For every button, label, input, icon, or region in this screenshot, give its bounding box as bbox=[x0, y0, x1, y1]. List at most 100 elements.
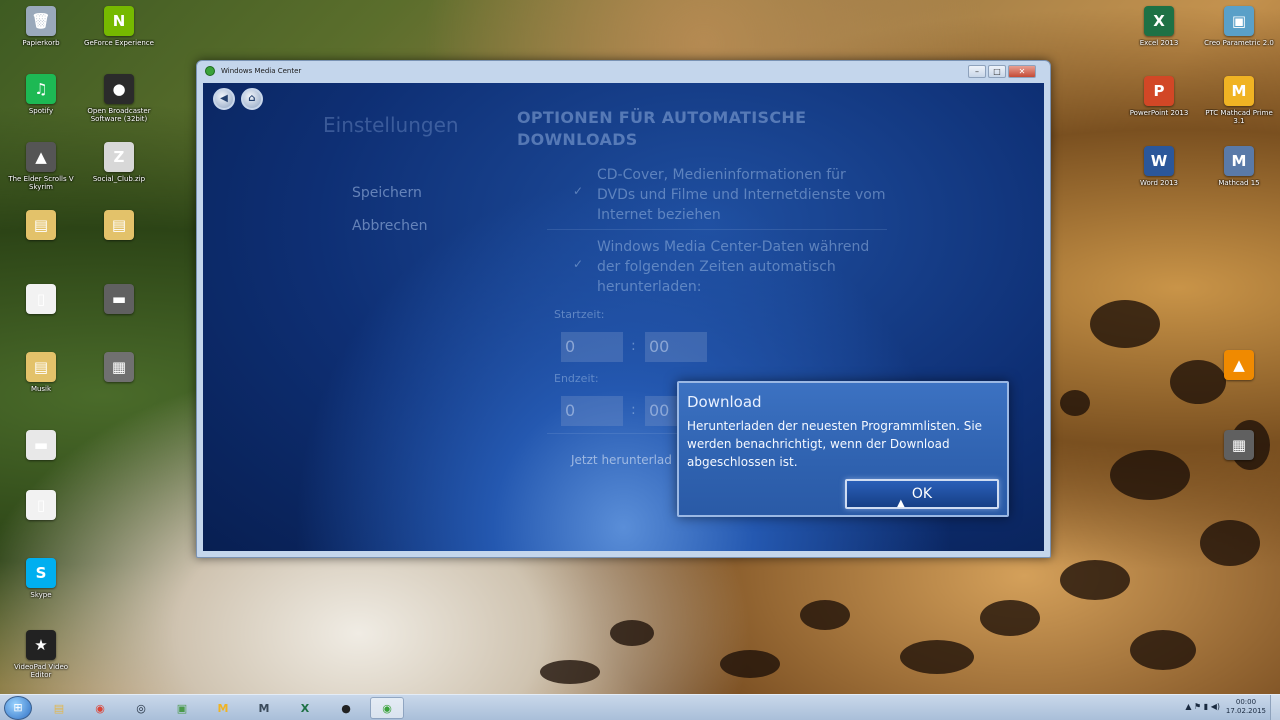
maximize-button[interactable]: □ bbox=[988, 65, 1006, 78]
desktop-icon-label: Papierkorb bbox=[22, 39, 60, 47]
taskbar-item-creo[interactable]: ▣ bbox=[165, 697, 199, 719]
desktop-icon-label: Excel 2013 bbox=[1139, 39, 1179, 47]
home-button[interactable]: ⌂ bbox=[241, 88, 263, 110]
taskbar-item-media-center[interactable]: ◉ bbox=[370, 697, 404, 719]
desktop-icon[interactable]: ♫ Spotify bbox=[4, 74, 78, 115]
window-title: Windows Media Center bbox=[221, 67, 302, 75]
desktop-icon[interactable]: 🗑 Papierkorb bbox=[4, 6, 78, 47]
taskbar-item-obs[interactable]: ● bbox=[329, 697, 363, 719]
desktop-icon[interactable]: S Skype bbox=[4, 558, 78, 599]
time-separator: : bbox=[631, 402, 636, 418]
app-icon: ▦ bbox=[104, 352, 134, 382]
app-icon: ▬ bbox=[26, 430, 56, 460]
desktop-icon[interactable]: ▯ bbox=[4, 284, 78, 317]
desktop-icon[interactable]: X Excel 2013 bbox=[1122, 6, 1196, 47]
app-icon: ▤ bbox=[104, 210, 134, 240]
app-icon: N bbox=[104, 6, 134, 36]
clock-date: 17.02.2015 bbox=[1225, 707, 1266, 715]
desktop-icon[interactable]: M Mathcad 15 bbox=[1202, 146, 1276, 187]
dialog-title: Download bbox=[687, 393, 762, 411]
taskbar-item-chrome[interactable]: ◉ bbox=[83, 697, 117, 719]
desktop-icon[interactable]: W Word 2013 bbox=[1122, 146, 1196, 187]
minimize-button[interactable]: – bbox=[968, 65, 986, 78]
app-icon: ▯ bbox=[26, 490, 56, 520]
chrome-icon: ◉ bbox=[95, 701, 105, 715]
start-hour-field[interactable]: 0 bbox=[561, 332, 623, 362]
taskbar-item-excel[interactable]: X bbox=[288, 697, 322, 719]
desktop-icon[interactable]: ▤ Musik bbox=[4, 352, 78, 393]
desktop-icon[interactable]: ▣ Creo Parametric 2.0 bbox=[1202, 6, 1276, 47]
desktop-icon[interactable]: Z Social_Club.zip bbox=[82, 142, 156, 183]
desktop-icon-label: The Elder Scrolls V Skyrim bbox=[8, 175, 74, 191]
taskbar-item-mathcad-prime[interactable]: M bbox=[206, 697, 240, 719]
clock[interactable]: 00:00 17.02.2015 bbox=[1226, 698, 1266, 716]
mouse-cursor-icon: ▲ bbox=[897, 498, 905, 509]
page-title: OPTIONEN FÜR AUTOMATISCHE DOWNLOADS bbox=[517, 108, 807, 149]
desktop-icon-label: Spotify bbox=[28, 107, 54, 115]
app-icon: W bbox=[1144, 146, 1174, 176]
desktop-icon[interactable]: ▦ bbox=[1202, 430, 1276, 463]
taskbar-item-steam[interactable]: ◎ bbox=[124, 697, 158, 719]
section-title: Einstellungen bbox=[323, 113, 459, 137]
desktop-icon[interactable]: ▲ bbox=[1202, 350, 1276, 383]
start-minute-field[interactable]: 00 bbox=[645, 332, 707, 362]
cancel-button[interactable]: Abbrechen bbox=[352, 218, 427, 234]
desktop-icon-label: PowerPoint 2013 bbox=[1129, 109, 1189, 117]
steam-icon: ◎ bbox=[136, 701, 146, 715]
desktop-icon[interactable]: ▦ bbox=[82, 352, 156, 385]
desktop-icon[interactable]: ▤ bbox=[4, 210, 78, 243]
desktop-icon[interactable]: ▬ bbox=[4, 430, 78, 463]
clock-time: 00:00 bbox=[1235, 698, 1257, 706]
start-button[interactable]: ⊞ bbox=[4, 696, 32, 720]
media-center-window: Windows Media Center – □ ✕ ◀ ⌂ Einstellu… bbox=[196, 60, 1051, 558]
taskbar-item-explorer[interactable]: ▤ bbox=[42, 697, 76, 719]
app-icon: ▤ bbox=[26, 210, 56, 240]
desktop-icon[interactable]: ▬ bbox=[82, 284, 156, 317]
option-2-label[interactable]: Windows Media Center-Daten während der f… bbox=[597, 237, 887, 297]
windows-logo-icon: ⊞ bbox=[13, 701, 23, 714]
start-time-label: Startzeit: bbox=[554, 308, 605, 321]
desktop-icon[interactable]: M PTC Mathcad Prime 3.1 bbox=[1202, 76, 1276, 125]
download-now-button[interactable]: Jetzt herunterlad bbox=[571, 453, 672, 467]
app-icon: ▬ bbox=[104, 284, 134, 314]
close-button[interactable]: ✕ bbox=[1008, 65, 1036, 78]
app-icon: ♫ bbox=[26, 74, 56, 104]
end-hour-field[interactable]: 0 bbox=[561, 396, 623, 426]
media-center-content: ◀ ⌂ Einstellungen OPTIONEN FÜR AUTOMATIS… bbox=[203, 83, 1044, 551]
mathcad-prime-icon: M bbox=[217, 701, 229, 715]
desktop-icon[interactable]: N GeForce Experience bbox=[82, 6, 156, 47]
option-1-checkmark-icon[interactable]: ✓ bbox=[573, 184, 583, 198]
taskbar-item-mathcad[interactable]: M bbox=[247, 697, 281, 719]
media-center-icon: ◉ bbox=[382, 701, 392, 715]
divider bbox=[547, 229, 887, 230]
desktop-icon-label: Social_Club.zip bbox=[92, 175, 146, 183]
dialog-message: Herunterladen der neuesten Programmliste… bbox=[687, 419, 983, 469]
save-button[interactable]: Speichern bbox=[352, 185, 422, 201]
app-icon: X bbox=[1144, 6, 1174, 36]
app-icon: ▦ bbox=[1224, 430, 1254, 460]
desktop-icon[interactable]: ★ VideoPad Video Editor bbox=[4, 630, 78, 679]
desktop-icon-label: Word 2013 bbox=[1139, 179, 1179, 187]
download-dialog: Download Herunterladen der neuesten Prog… bbox=[677, 381, 1009, 517]
desktop-icon[interactable]: ▤ bbox=[82, 210, 156, 243]
system-tray[interactable]: ▲ ⚑ ▮ ◀) bbox=[1185, 702, 1220, 711]
app-icon: M bbox=[1224, 76, 1254, 106]
desktop-icon[interactable]: P PowerPoint 2013 bbox=[1122, 76, 1196, 117]
desktop-icon-label: GeForce Experience bbox=[84, 39, 154, 47]
option-2-checkmark-icon[interactable]: ✓ bbox=[573, 257, 583, 271]
back-arrow-icon: ◀ bbox=[220, 93, 228, 104]
desktop-icon-label: Mathcad 15 bbox=[1218, 179, 1260, 187]
show-desktop-button[interactable] bbox=[1270, 695, 1280, 720]
ok-button[interactable]: OK ▲ bbox=[845, 479, 999, 509]
back-button[interactable]: ◀ bbox=[213, 88, 235, 110]
desktop-icon-label: VideoPad Video Editor bbox=[13, 663, 69, 679]
desktop-icon-label: Open Broadcaster Software (32bit) bbox=[87, 107, 151, 123]
app-icon: ▲ bbox=[26, 142, 56, 172]
option-1-label[interactable]: CD-Cover, Medieninformationen für DVDs u… bbox=[597, 165, 887, 225]
desktop-icon[interactable]: ▲ The Elder Scrolls V Skyrim bbox=[4, 142, 78, 191]
desktop-icon[interactable]: ● Open Broadcaster Software (32bit) bbox=[82, 74, 156, 123]
title-bar[interactable]: Windows Media Center – □ ✕ bbox=[197, 61, 1050, 81]
obs-icon: ● bbox=[341, 701, 351, 715]
desktop-icon[interactable]: ▯ bbox=[4, 490, 78, 523]
app-icon: M bbox=[1224, 146, 1254, 176]
